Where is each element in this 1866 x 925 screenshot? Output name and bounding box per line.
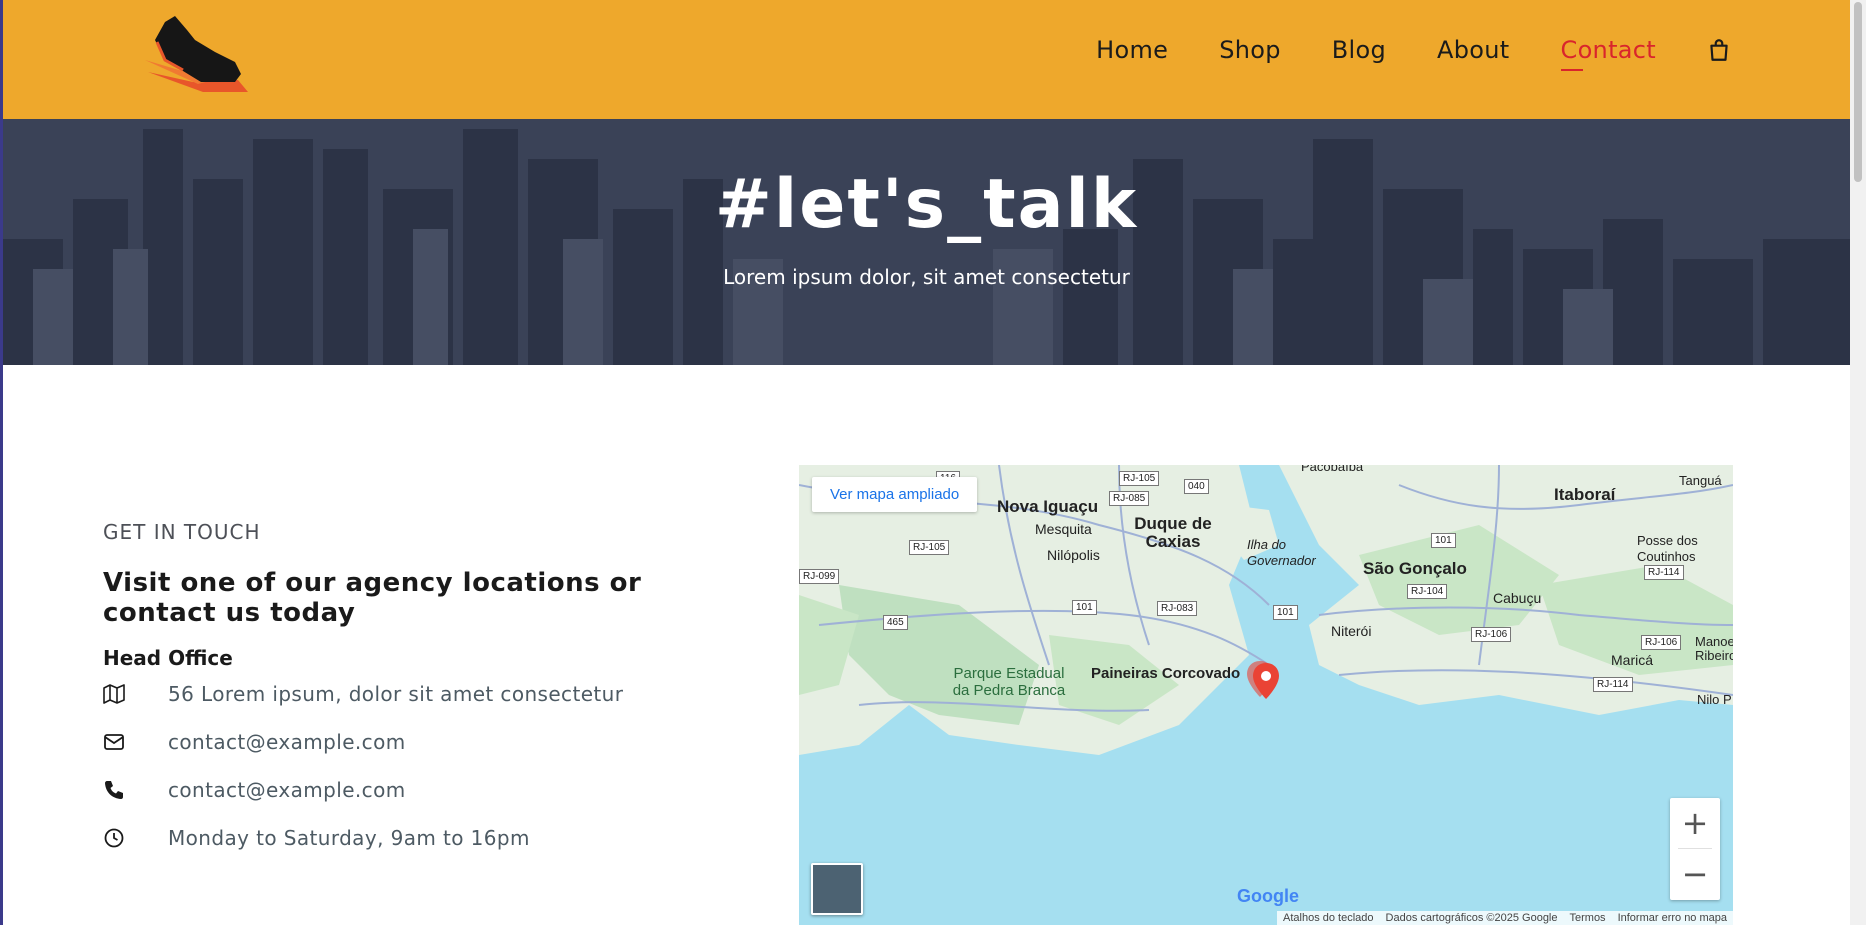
view-larger-map-link[interactable]: Ver mapa ampliado [812,477,978,512]
phone-row: contact@example.com [103,766,763,814]
clock-icon [103,827,125,849]
hours-text: Monday to Saturday, 9am to 16pm [168,826,530,850]
map-label-sao-goncalo: São Gonçalo [1363,559,1467,578]
zoom-out-button[interactable]: − [1670,849,1720,899]
map-label-ilha-do-governador: Ilha do Governador [1247,537,1316,568]
map-label-pacobaiba: Pacobaíba [1301,465,1364,474]
page-scrollbar[interactable] [1850,0,1866,925]
zoom-controls: + − [1670,798,1720,900]
road-badge: RJ-085 [1109,491,1150,506]
road-badge: RJ-105 [909,540,950,555]
road-badge: 040 [1184,479,1209,494]
map-label-paineiras-corcovado: Paineiras Corcovado [1091,665,1241,682]
zoom-in-button[interactable]: + [1670,798,1720,848]
shopping-bag-icon[interactable] [1706,37,1732,63]
google-logo: Google [1237,886,1299,906]
road-badge: RJ-114 [1644,565,1684,580]
map-label-manoel-ribeiro: Manoel Ribeiro [1695,634,1733,663]
keyboard-shortcuts-link[interactable]: Atalhos do teclado [1277,911,1380,925]
office-title: Head Office [103,646,233,670]
hero-title: #let's_talk [714,165,1139,244]
phone-icon [103,779,125,801]
hours-row: Monday to Saturday, 9am to 16pm [103,814,763,862]
road-badge: RJ-099 [799,569,840,584]
sneaker-logo[interactable] [143,10,253,100]
road-badge: 101 [1431,533,1456,548]
nav-about[interactable]: About [1437,36,1509,64]
address-text: 56 Lorem ipsum, dolor sit amet consectet… [168,682,624,706]
report-error-link[interactable]: Informar erro no mapa [1612,911,1733,925]
section-heading: Visit one of our agency locations or con… [103,568,642,628]
envelope-icon [103,731,125,753]
map-label-duque-de-caxias: Duque de Caxias [1134,514,1212,551]
road-badge: RJ-105 [1119,471,1160,486]
road-badge: RJ-106 [1641,635,1682,650]
scrollbar-thumb[interactable] [1854,2,1862,182]
site-header: Home Shop Blog About Contact [3,0,1850,119]
map-label-mesquita: Mesquita [1035,521,1092,537]
map-label-nilopolis: Nilópolis [1047,547,1100,563]
map-data-text: Dados cartográficos ©2025 Google [1385,912,1558,924]
email-row: contact@example.com [103,718,763,766]
road-badge: RJ-083 [1157,601,1198,616]
map-marker-icon[interactable] [1246,659,1282,703]
hero-subtitle: Lorem ipsum dolor, sit amet consectetur [723,265,1130,289]
hero-banner: #let's_talk Lorem ipsum dolor, sit amet … [3,119,1850,365]
phone-link[interactable]: contact@example.com [168,778,406,802]
email-link[interactable]: contact@example.com [168,730,406,754]
map-label-nilo: Nilo P [1697,692,1732,707]
map-label-marica: Maricá [1611,652,1654,668]
road-badge: 465 [883,615,908,630]
nav-shop[interactable]: Shop [1219,36,1281,64]
road-badge: 101 [1072,600,1097,615]
road-badge: RJ-114 [1593,677,1633,692]
main-nav: Home Shop Blog About Contact [1045,36,1732,71]
map-label-cabucu: Cabuçu [1493,590,1542,606]
map-label-niteroi: Niterói [1331,623,1372,639]
satellite-layer-toggle[interactable] [811,863,863,915]
map-label-tangua: Tanguá [1679,473,1722,488]
map-label-itaborai: Itaboraí [1554,485,1616,504]
address-row: 56 Lorem ipsum, dolor sit amet consectet… [103,670,763,718]
road-badge: RJ-106 [1471,627,1512,642]
embedded-map[interactable]: Pacobaíba Nova Iguaçu Mesquita Duque de … [799,465,1733,925]
road-badge: 101 [1273,605,1298,620]
nav-blog[interactable]: Blog [1332,36,1386,64]
road-badge: RJ-104 [1407,584,1448,599]
map-label-parque-pedra-branca: Parque Estadual da Pedra Branca [952,665,1066,699]
map-attribution: Atalhos do teclado Dados cartográficos ©… [1277,911,1733,925]
nav-home[interactable]: Home [1096,36,1168,64]
map-label-posse-dos-coutinhos: Posse dos Coutinhos [1637,533,1698,564]
terms-link[interactable]: Termos [1564,911,1612,925]
nav-contact[interactable]: Contact [1560,36,1656,71]
map-label-nova-iguacu: Nova Iguaçu [997,497,1099,516]
map-icon [103,683,125,705]
section-eyebrow: GET IN TOUCH [103,520,261,544]
contact-info: GET IN TOUCH Visit one of our agency loc… [103,520,763,862]
